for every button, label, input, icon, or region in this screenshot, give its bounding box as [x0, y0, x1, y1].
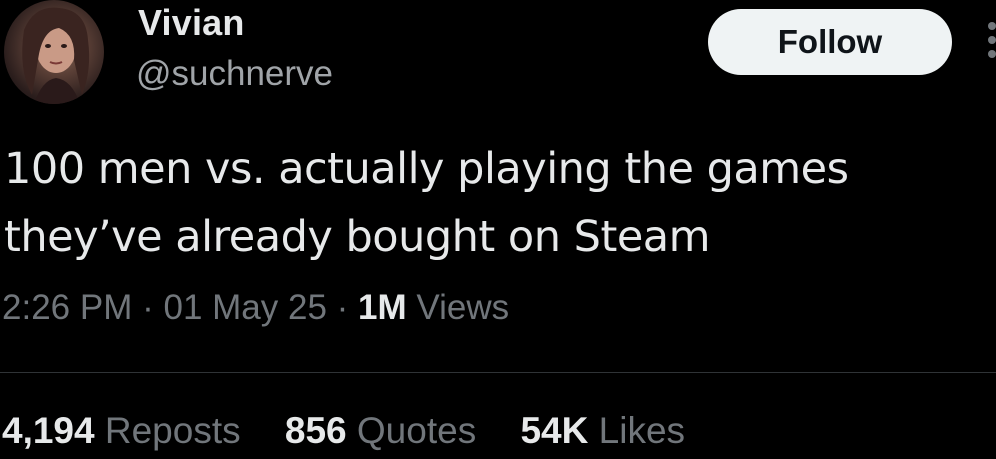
views-count[interactable]: 1M	[358, 288, 407, 327]
reposts-stat[interactable]: 4,194 Reposts	[2, 410, 251, 451]
tweet-text: 100 men vs. actually playing the games t…	[4, 135, 984, 271]
reposts-label: Reposts	[104, 410, 241, 451]
likes-count: 54K	[520, 410, 589, 451]
tweet-text-line: 100 men vs. actually playing the games	[4, 144, 849, 194]
reposts-count: 4,194	[2, 410, 95, 451]
quotes-label: Quotes	[356, 410, 477, 451]
avatar[interactable]	[4, 0, 104, 104]
tweet-text-line: they’ve already bought on Steam	[4, 212, 711, 262]
more-vertical-icon[interactable]	[984, 22, 996, 66]
quotes-count: 856	[284, 410, 347, 451]
author-handle[interactable]: @suchnerve	[136, 54, 333, 94]
author-name[interactable]: Vivian	[138, 2, 245, 44]
tweet-time[interactable]: 2:26 PM	[2, 288, 132, 327]
tweet-date[interactable]: 01 May 25	[163, 288, 326, 327]
follow-button[interactable]: Follow	[708, 9, 952, 75]
avatar-image	[22, 7, 90, 104]
tweet: Vivian @suchnerve Follow 100 men vs. act…	[0, 0, 996, 459]
likes-stat[interactable]: 54K Likes	[520, 410, 685, 451]
meta-separator: ·	[336, 288, 349, 327]
views-label: Views	[416, 288, 510, 327]
divider	[0, 372, 996, 373]
quotes-stat[interactable]: 856 Quotes	[285, 410, 487, 451]
tweet-stats: 4,194 Reposts 856 Quotes 54K Likes	[2, 410, 719, 452]
likes-label: Likes	[598, 410, 686, 451]
meta-separator: ·	[142, 288, 154, 327]
tweet-meta: 2:26 PM · 01 May 25 · 1M Views	[2, 288, 509, 328]
